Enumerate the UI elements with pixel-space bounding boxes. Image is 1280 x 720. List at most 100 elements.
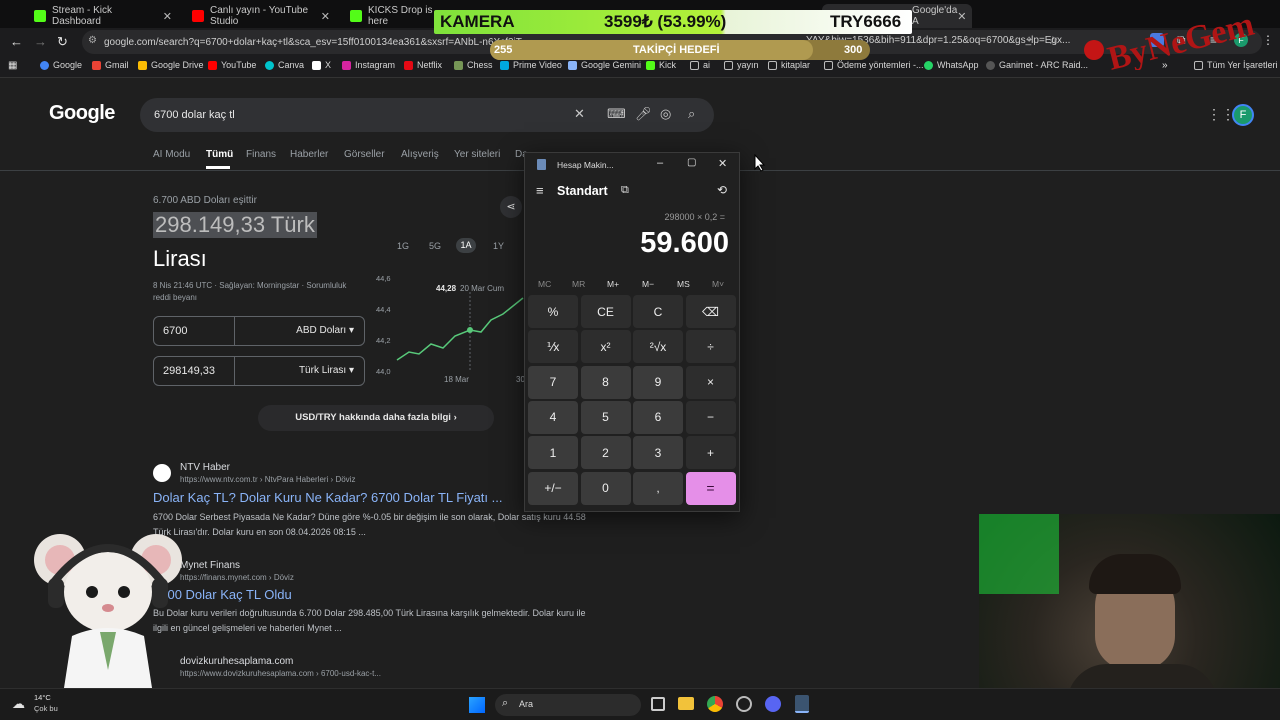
obs-icon[interactable] xyxy=(736,696,752,712)
bookmark-kick[interactable]: Kick xyxy=(646,60,676,70)
from-currency-select[interactable]: ABD Doları ▾ xyxy=(296,325,354,336)
bookmark-canva[interactable]: Canva xyxy=(265,60,304,70)
clear-button[interactable]: C xyxy=(633,295,683,328)
range-1g[interactable]: 1G xyxy=(397,241,409,251)
digit-8-button[interactable]: 8 xyxy=(580,365,631,399)
digit-4-button[interactable]: 4 xyxy=(528,400,578,434)
digit-9-button[interactable]: 9 xyxy=(633,365,683,399)
location-icon[interactable]: ⌖ xyxy=(1026,34,1032,47)
mic-icon[interactable]: 🎤︎ xyxy=(635,106,652,122)
clear-entry-button[interactable]: CE xyxy=(580,295,631,328)
memory-list-button[interactable]: M˅ xyxy=(712,279,724,289)
percent-button[interactable]: % xyxy=(528,295,578,328)
result-url[interactable]: https://www.dovizkuruhesaplama.com › 670… xyxy=(180,669,381,678)
task-view-icon[interactable] xyxy=(651,697,665,711)
taskbar-search[interactable]: ⌕ Ara xyxy=(495,694,641,716)
decimal-button[interactable]: , xyxy=(633,471,683,505)
maximize-icon[interactable]: ▢ xyxy=(687,157,696,168)
equals-button[interactable]: = xyxy=(685,471,736,505)
hamburger-menu-icon[interactable]: ≡ xyxy=(536,183,544,198)
bookmark-chess[interactable]: Chess xyxy=(454,60,493,70)
share-icon[interactable]: ⋖ xyxy=(500,196,522,218)
tab-all[interactable]: Tümü xyxy=(206,149,233,160)
digit-3-button[interactable]: 3 xyxy=(633,436,683,470)
bookmark-x[interactable]: X xyxy=(312,60,331,70)
tab-images[interactable]: Görseller xyxy=(344,149,385,160)
keyboard-icon[interactable]: ⌨ xyxy=(607,106,626,122)
digit-0-button[interactable]: 0 xyxy=(580,471,631,505)
weather-icon[interactable]: ☁ xyxy=(12,696,25,712)
memory-add-button[interactable]: M+ xyxy=(607,279,619,289)
bookmark-folder-yayin[interactable]: yayın xyxy=(724,60,759,70)
exchange-rate-chart[interactable] xyxy=(395,292,525,372)
back-icon[interactable]: ← xyxy=(10,34,23,49)
result-title-link[interactable]: Dolar Kaç TL? Dolar Kuru Ne Kadar? 6700 … xyxy=(153,490,502,505)
lens-icon[interactable]: ◎ xyxy=(660,106,671,122)
close-icon[interactable]: ✕ xyxy=(957,10,966,23)
tab-ai-mode[interactable]: AI Modu xyxy=(153,149,190,160)
search-icon[interactable]: ⌕ xyxy=(688,106,695,122)
bookmark-whatsapp[interactable]: WhatsApp xyxy=(924,60,979,70)
memory-clear-button[interactable]: MC xyxy=(538,279,551,289)
tab-kicks-drop[interactable]: KICKS Drop is here xyxy=(342,4,442,28)
bookmark-prime-video[interactable]: Prime Video xyxy=(500,60,562,70)
reciprocal-button[interactable]: ⅟x xyxy=(528,330,578,364)
tab-finance[interactable]: Finans xyxy=(246,149,276,160)
search-input[interactable]: 6700 dolar kaç tl ✕ ⌨ 🎤︎ ◎ ⌕ xyxy=(140,98,714,132)
account-avatar[interactable]: F xyxy=(1232,104,1254,126)
to-amount-input[interactable]: 298149,33 Türk Lirası ▾ xyxy=(153,356,365,386)
bookmark-gemini[interactable]: Google Gemini xyxy=(568,60,641,70)
digit-2-button[interactable]: 2 xyxy=(580,436,631,470)
bookmark-google[interactable]: Google xyxy=(40,60,82,70)
minimize-icon[interactable]: – xyxy=(657,157,663,169)
bookmark-netflix[interactable]: Netflix xyxy=(404,60,442,70)
memory-subtract-button[interactable]: M− xyxy=(642,279,654,289)
star-icon[interactable]: ☆ xyxy=(1048,34,1058,47)
bookmark-gmail[interactable]: Gmail xyxy=(92,60,129,70)
tab-youtube-studio[interactable]: Canlı yayın - YouTube Studio ✕ xyxy=(184,4,338,28)
clear-icon[interactable]: ✕ xyxy=(574,106,585,122)
range-1a[interactable]: 1A xyxy=(456,238,476,253)
memory-store-button[interactable]: MS xyxy=(677,279,690,289)
bookmark-folder-ai[interactable]: ai xyxy=(690,60,710,70)
divide-button[interactable]: ÷ xyxy=(685,330,736,364)
bookmark-youtube[interactable]: YouTube xyxy=(208,60,256,70)
range-1y[interactable]: 1Y xyxy=(493,241,504,251)
square-button[interactable]: x² xyxy=(580,330,631,364)
to-currency-select[interactable]: Türk Lirası ▾ xyxy=(299,365,354,376)
result-url[interactable]: https://www.ntv.com.tr › NtvPara Haberle… xyxy=(180,475,355,484)
bookmark-drive[interactable]: Google Drive xyxy=(138,60,204,70)
calculator-window[interactable]: Hesap Makin... – ▢ ✕ ≡ Standart ⧉ ⟲ 2980… xyxy=(524,152,740,512)
more-info-button[interactable]: USD/TRY hakkında daha fazla bilgi › xyxy=(258,405,494,431)
site-info-icon[interactable]: ⚙ xyxy=(88,35,97,46)
multiply-button[interactable]: × xyxy=(685,365,736,399)
bookmark-ganimet[interactable]: Ganimet - ARC Raid... xyxy=(986,60,1088,70)
digit-5-button[interactable]: 5 xyxy=(580,400,631,434)
google-logo[interactable]: Google xyxy=(49,102,115,125)
from-amount-input[interactable]: 6700 ABD Doları ▾ xyxy=(153,316,365,346)
reload-icon[interactable]: ↻ xyxy=(57,34,68,50)
backspace-button[interactable]: ⌫ xyxy=(685,295,736,328)
tab-places[interactable]: Yer siteleri xyxy=(454,149,500,160)
forward-icon[interactable]: → xyxy=(34,34,47,49)
chrome-icon[interactable] xyxy=(707,696,723,712)
apps-icon[interactable]: ▦ xyxy=(8,60,17,71)
close-icon[interactable]: ✕ xyxy=(321,10,330,23)
close-icon[interactable]: ✕ xyxy=(163,10,172,23)
calculator-taskbar-icon[interactable] xyxy=(795,695,809,713)
apps-grid-icon[interactable]: ⋮⋮ xyxy=(1207,106,1235,123)
tab-news[interactable]: Haberler xyxy=(290,149,328,160)
square-root-button[interactable]: ²√x xyxy=(633,330,683,364)
discord-icon[interactable] xyxy=(765,696,781,712)
file-explorer-icon[interactable] xyxy=(678,697,694,710)
subtract-button[interactable]: − xyxy=(685,400,736,434)
bookmark-folder-odeme[interactable]: Ödeme yöntemleri -... xyxy=(824,60,924,70)
keep-on-top-icon[interactable]: ⧉ xyxy=(621,184,629,197)
result-url[interactable]: https://finans.mynet.com › Döviz xyxy=(180,573,294,582)
digit-1-button[interactable]: 1 xyxy=(528,436,578,470)
tab-shopping[interactable]: Alışveriş xyxy=(401,149,439,160)
tab-kick-dashboard[interactable]: Stream - Kick Dashboard ✕ xyxy=(26,4,180,28)
negate-button[interactable]: +/− xyxy=(528,471,578,505)
history-icon[interactable]: ⟲ xyxy=(717,183,727,197)
close-icon[interactable]: ✕ xyxy=(718,157,727,170)
